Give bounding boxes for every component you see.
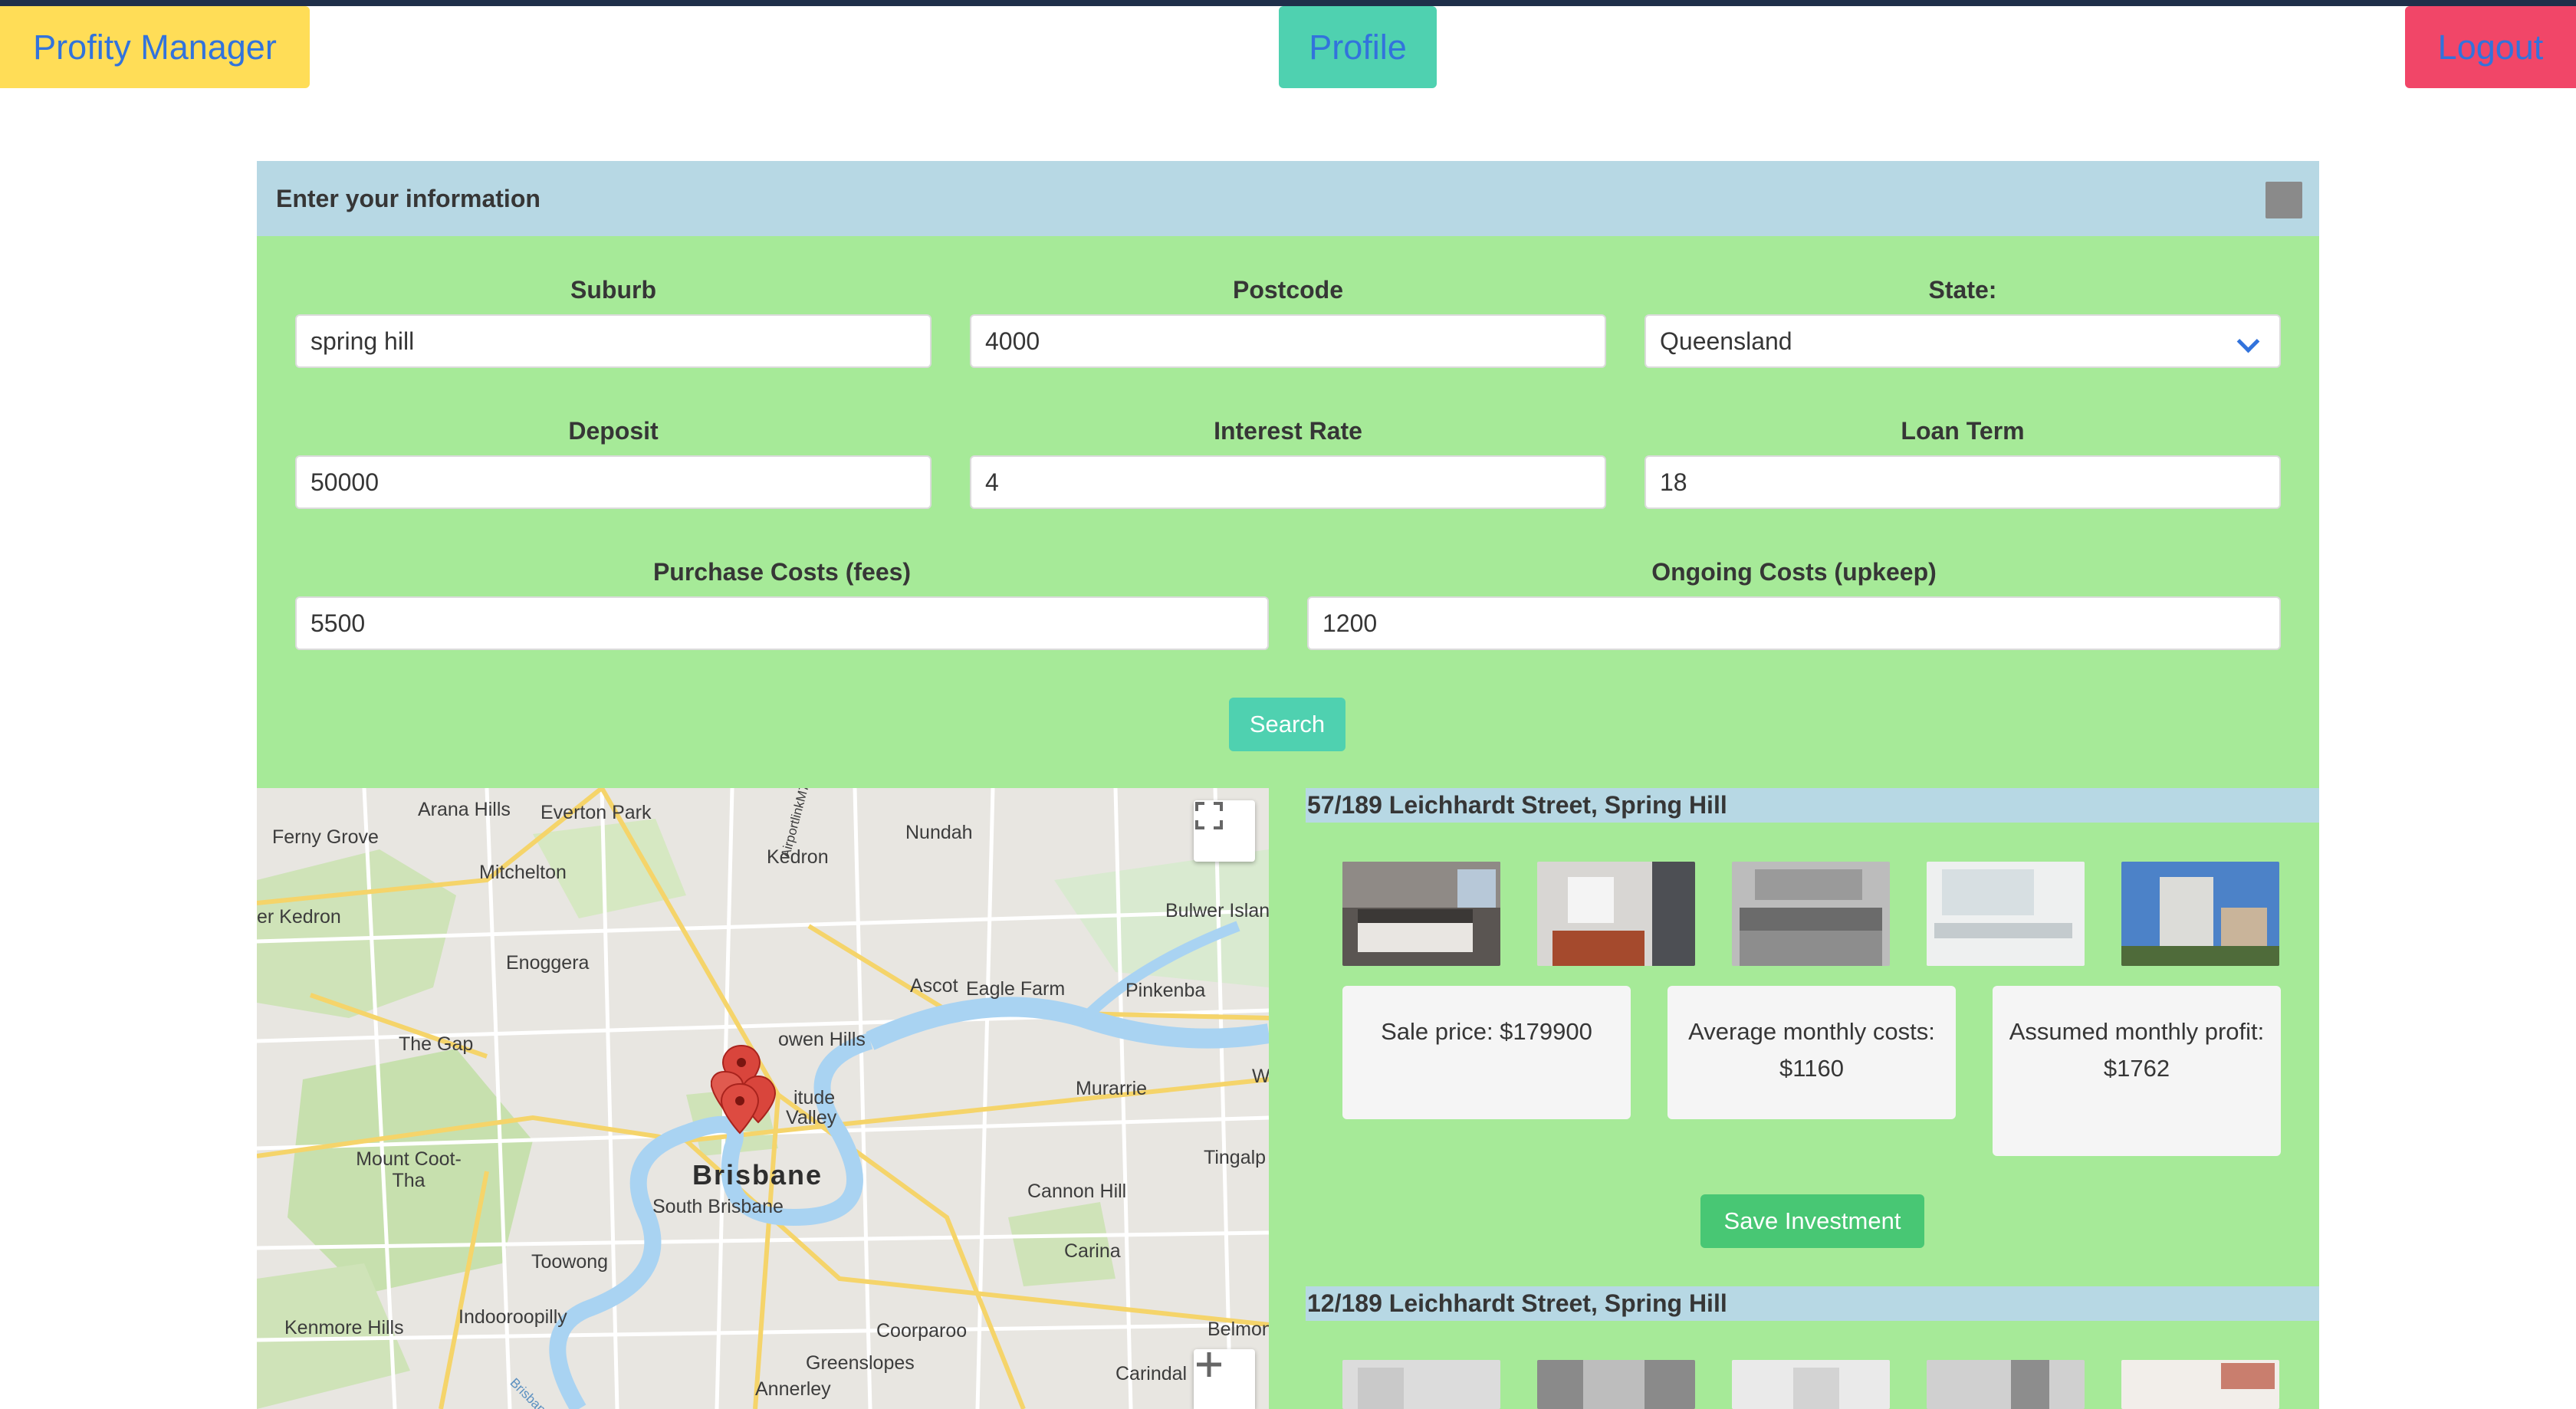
map-label: Carina: [1064, 1240, 1121, 1262]
top-accent-bar: [0, 0, 2576, 6]
state-select-value: Queensland: [1660, 327, 1792, 355]
map-label: Everton Park: [540, 802, 652, 823]
ongoing-costs-label: Ongoing Costs (upkeep): [1651, 558, 1937, 586]
state-select[interactable]: Queensland: [1644, 314, 2281, 368]
deposit-input[interactable]: 50000: [295, 455, 932, 509]
panel-title: Enter your information: [276, 184, 540, 212]
map-label: W: [1252, 1066, 1269, 1087]
suburb-label: Suburb: [570, 276, 656, 304]
map-label: Bulwer Islan: [1165, 900, 1269, 921]
interest-rate-field: Interest Rate 4: [970, 417, 1606, 511]
loan-term-label: Loan Term: [1901, 417, 2025, 445]
map-label: Ferny Grove: [272, 826, 379, 848]
purchase-costs-input[interactable]: 5500: [295, 596, 1269, 650]
listing-photo-kitchen[interactable]: [1537, 862, 1695, 966]
map-label: Ascot: [910, 975, 958, 997]
listing-photo-kitchenette[interactable]: [1732, 862, 1890, 966]
chevron-down-icon: [2236, 330, 2260, 353]
map-label: er Kedron: [257, 906, 341, 928]
zoom-in-button[interactable]: [1194, 1349, 1255, 1409]
map-label: Cannon Hill: [1027, 1181, 1127, 1202]
listing-photo[interactable]: [1342, 1360, 1500, 1409]
search-panel: Enter your information Suburb spring hil…: [257, 161, 2319, 1409]
collapse-toggle[interactable]: [2266, 182, 2302, 218]
map-label: South Brisbane: [652, 1196, 784, 1217]
monthly-profit-card: Assumed monthly profit: $1762: [1993, 986, 2281, 1156]
loan-term-input[interactable]: 18: [1644, 455, 2281, 509]
search-button[interactable]: Search: [1229, 698, 1346, 751]
map-label: Carindal: [1116, 1363, 1188, 1384]
map-label: Toowong: [531, 1251, 609, 1273]
map-label: Kedron: [767, 846, 829, 868]
loan-term-field: Loan Term 18: [1644, 417, 2281, 511]
ongoing-costs-field: Ongoing Costs (upkeep) 1200: [1307, 558, 2281, 652]
purchase-costs-field: Purchase Costs (fees) 5500: [295, 558, 1269, 652]
fullscreen-icon: [1195, 802, 1223, 829]
listing-photo[interactable]: [1732, 1360, 1890, 1409]
sale-price-card: Sale price: $179900: [1342, 986, 1631, 1119]
interest-rate-input[interactable]: 4: [970, 455, 1606, 509]
plus-icon: [1197, 1352, 1221, 1377]
map-city-label: Brisbane: [692, 1159, 823, 1191]
state-label: State:: [1928, 276, 1997, 304]
map-label: Mount Coot-Tha: [356, 1148, 462, 1191]
map-label: Pinkenba: [1125, 980, 1206, 1001]
map-label: Eagle Farm: [966, 978, 1066, 1000]
listing-photo-bedroom[interactable]: [1342, 862, 1500, 966]
listing-address: 12/189 Leichhardt Street, Spring Hill: [1306, 1286, 2319, 1321]
listing-photo[interactable]: [2121, 1360, 2279, 1409]
map-label: Arana Hills: [418, 799, 511, 820]
map-label: Belmon: [1208, 1319, 1269, 1340]
map-label: Tingalp: [1204, 1147, 1267, 1168]
listing-photo[interactable]: [1927, 1360, 2085, 1409]
postcode-field: Postcode 4000: [970, 276, 1606, 369]
brand-button[interactable]: Profity Manager: [0, 6, 310, 88]
logout-button[interactable]: Logout: [2405, 6, 2576, 88]
listing-photo-bathroom[interactable]: [1927, 862, 2085, 966]
map-label: The Gap: [399, 1033, 474, 1055]
purchase-costs-label: Purchase Costs (fees): [652, 558, 912, 586]
save-investment-button[interactable]: Save Investment: [1700, 1194, 1924, 1248]
listing-photo[interactable]: [1537, 1360, 1695, 1409]
deposit-label: Deposit: [568, 417, 659, 445]
deposit-field: Deposit 50000: [295, 417, 932, 511]
fullscreen-button[interactable]: [1194, 800, 1255, 862]
map-label: Kenmore Hills: [284, 1317, 404, 1338]
map-label: Murarrie: [1076, 1078, 1148, 1099]
map-label: Coorparoo: [876, 1320, 968, 1342]
panel-header: Enter your information: [257, 161, 2319, 236]
map-label: Mitchelton: [479, 862, 567, 883]
suburb-input[interactable]: spring hill: [295, 314, 932, 368]
map-label: Greenslopes: [806, 1352, 915, 1374]
postcode-input[interactable]: 4000: [970, 314, 1606, 368]
postcode-label: Postcode: [1232, 276, 1344, 304]
map-label: Enoggera: [506, 952, 590, 974]
suburb-field: Suburb spring hill: [295, 276, 932, 369]
map-label: Annerley: [755, 1378, 831, 1400]
map-label: Nundah: [905, 822, 973, 843]
listing-address: 57/189 Leichhardt Street, Spring Hill: [1306, 788, 2319, 823]
listing-photo-building[interactable]: [2121, 862, 2279, 966]
map-marker-cluster[interactable]: [711, 1038, 803, 1161]
ongoing-costs-input[interactable]: 1200: [1307, 596, 2281, 650]
profile-button[interactable]: Profile: [1279, 6, 1437, 88]
interest-rate-label: Interest Rate: [1214, 417, 1362, 445]
monthly-costs-card: Average monthly costs: $1160: [1668, 986, 1956, 1119]
state-field: State: Queensland: [1644, 276, 2281, 369]
map-label: Indooroopilly: [458, 1306, 567, 1328]
map-view[interactable]: Arana Hills Everton Park Ferny Grove Mit…: [257, 788, 1269, 1409]
